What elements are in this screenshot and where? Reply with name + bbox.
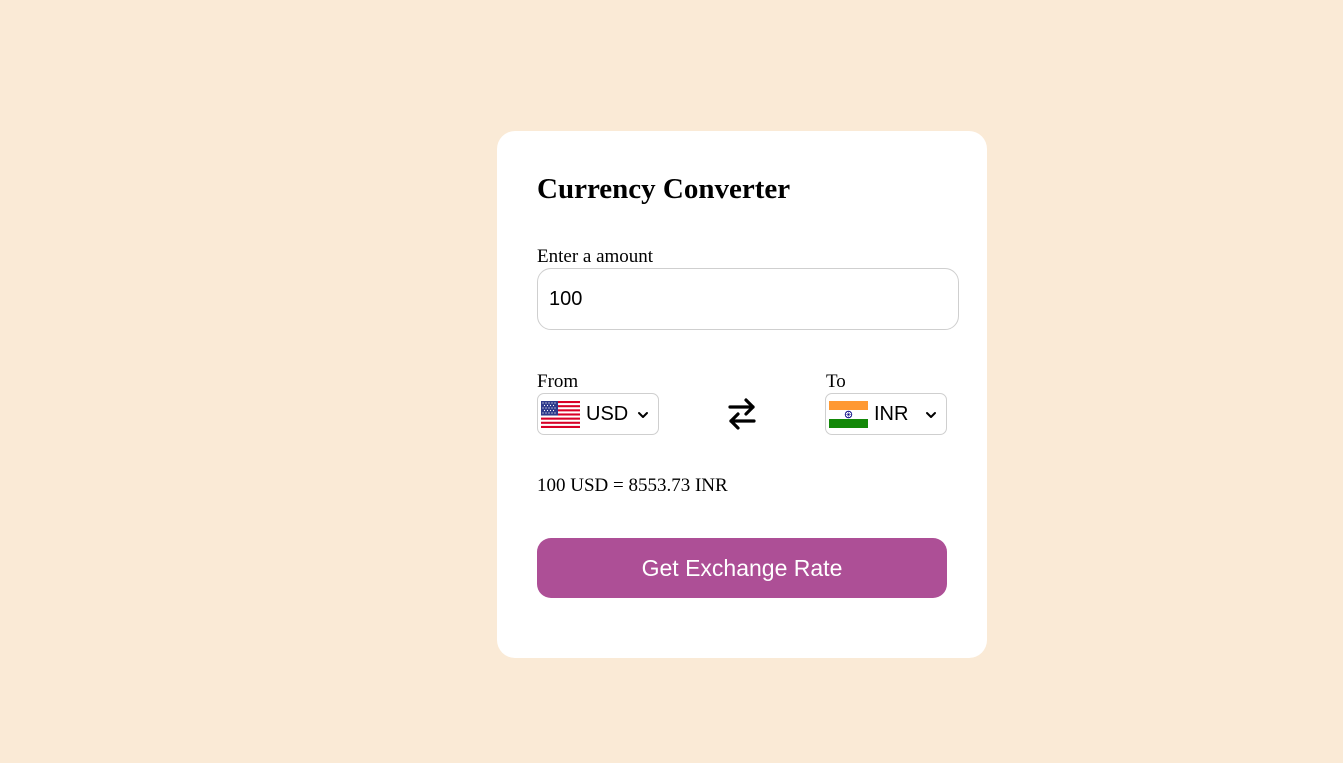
from-currency-select[interactable]: USD — [537, 393, 659, 435]
exchange-result: 100 USD = 8553.73 INR — [537, 475, 728, 496]
to-currency-select[interactable]: INR — [825, 393, 947, 435]
us-flag-icon — [541, 400, 580, 428]
to-currency-code: INR — [874, 403, 909, 425]
get-exchange-rate-button[interactable]: Get Exchange Rate — [537, 538, 947, 598]
amount-input[interactable] — [537, 268, 959, 330]
to-label: To — [826, 371, 846, 392]
swap-arrows-icon[interactable] — [725, 394, 759, 434]
converter-card: Currency Converter Enter a amount From U… — [497, 131, 987, 658]
page-title: Currency Converter — [537, 173, 791, 205]
india-flag-icon — [829, 400, 868, 428]
chevron-down-icon — [638, 412, 648, 418]
chevron-down-icon — [926, 412, 936, 418]
amount-label: Enter a amount — [537, 246, 654, 267]
from-currency-code: USD — [586, 403, 629, 425]
from-label: From — [537, 371, 579, 392]
